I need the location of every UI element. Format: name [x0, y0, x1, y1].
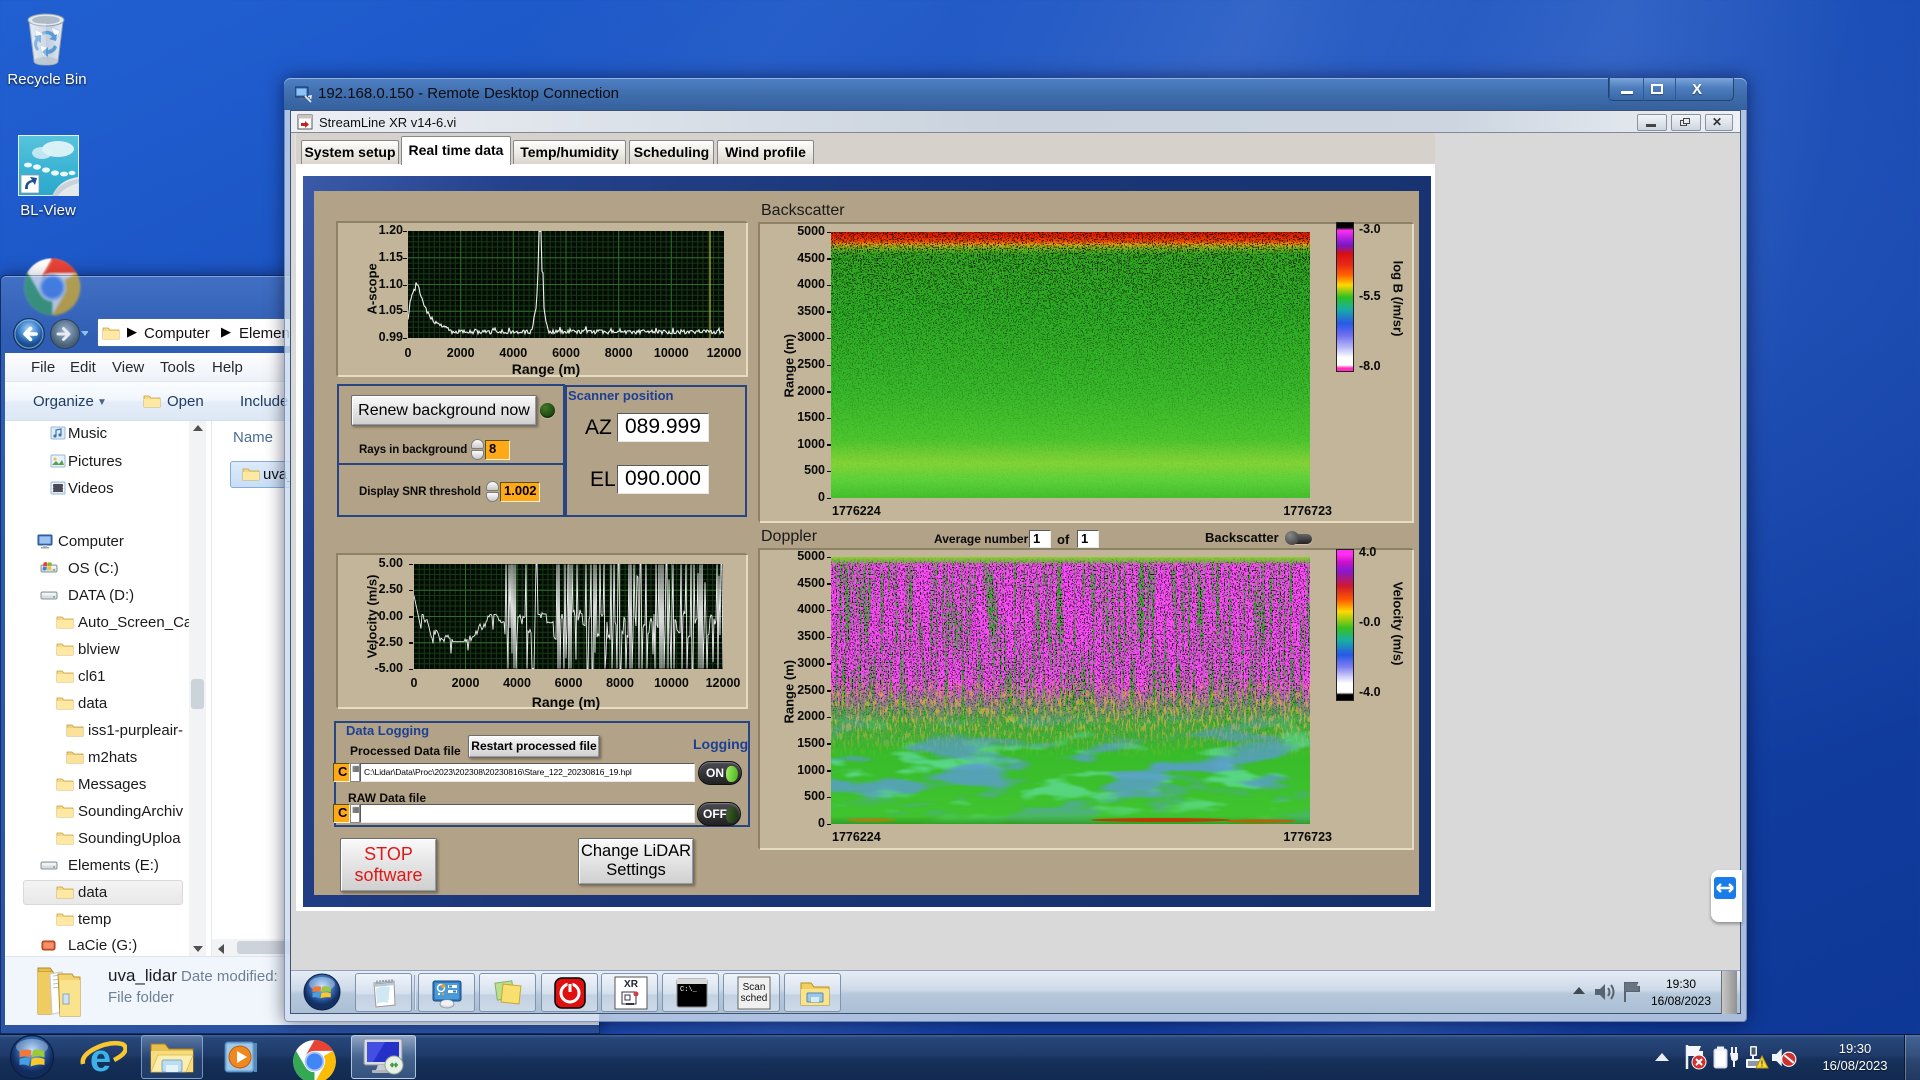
svg-text:Scan: Scan — [743, 982, 766, 993]
svg-text:C:\_: C:\_ — [680, 986, 698, 994]
svg-text:sched: sched — [741, 993, 768, 1004]
svg-text:XR: XR — [624, 979, 639, 990]
svg-text:!: ! — [1761, 1060, 1764, 1069]
